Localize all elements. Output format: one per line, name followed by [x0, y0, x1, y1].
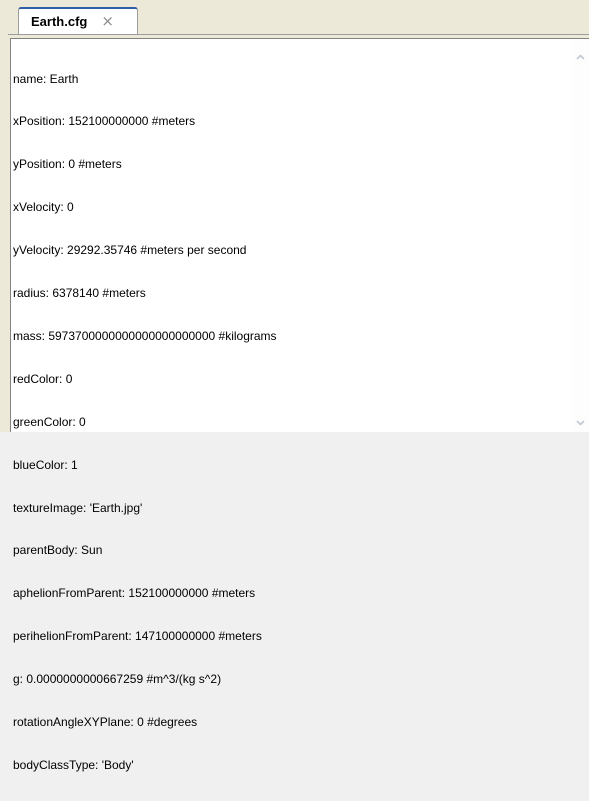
chevron-up-icon[interactable] — [573, 49, 588, 64]
text-line: g: 0.0000000000667259 #m^3/(kg s^2) — [13, 672, 222, 687]
text-line: mass: 5973700000000000000000000 #kilogra… — [13, 328, 277, 343]
tab-bar: Earth.cfg × — [8, 4, 589, 35]
text-editor[interactable]: name: Earth xPosition: 152100000000 #met… — [10, 38, 589, 772]
text-line: redColor: 0 — [13, 371, 73, 386]
vertical-scrollbar[interactable] — [572, 39, 589, 432]
text-line: xPosition: 152100000000 #meters — [13, 114, 196, 129]
text-line: radius: 6378140 #meters — [13, 286, 146, 301]
text-line: aphelionFromParent: 152100000000 #meters — [13, 586, 256, 601]
text-line: blueColor: 1 — [13, 457, 78, 472]
text-line: name: Earth — [13, 71, 79, 86]
editor-window: Earth.cfg × name: Earth xPosition: 15210… — [0, 0, 589, 772]
text-line: xVelocity: 0 — [13, 200, 74, 215]
text-line: yPosition: 0 #meters — [13, 157, 122, 172]
text-line: rotationAngleXYPlane: 0 #degrees — [13, 714, 198, 729]
text-line: yVelocity: 29292.35746 #meters per secon… — [13, 243, 247, 258]
chevron-down-icon[interactable] — [573, 415, 588, 430]
text-line: parentBody: Sun — [13, 543, 103, 558]
text-content[interactable]: name: Earth xPosition: 152100000000 #met… — [13, 43, 571, 772]
tab-label: Earth.cfg — [31, 14, 88, 29]
tab-earth-cfg[interactable]: Earth.cfg × — [18, 7, 138, 34]
text-line: perihelionFromParent: 147100000000 #mete… — [13, 629, 262, 644]
close-icon[interactable]: × — [101, 14, 114, 29]
text-line: bodyClassType: 'Body' — [13, 757, 134, 772]
text-line: greenColor: 0 — [13, 414, 86, 429]
text-line: textureImage: 'Earth.jpg' — [13, 500, 143, 515]
